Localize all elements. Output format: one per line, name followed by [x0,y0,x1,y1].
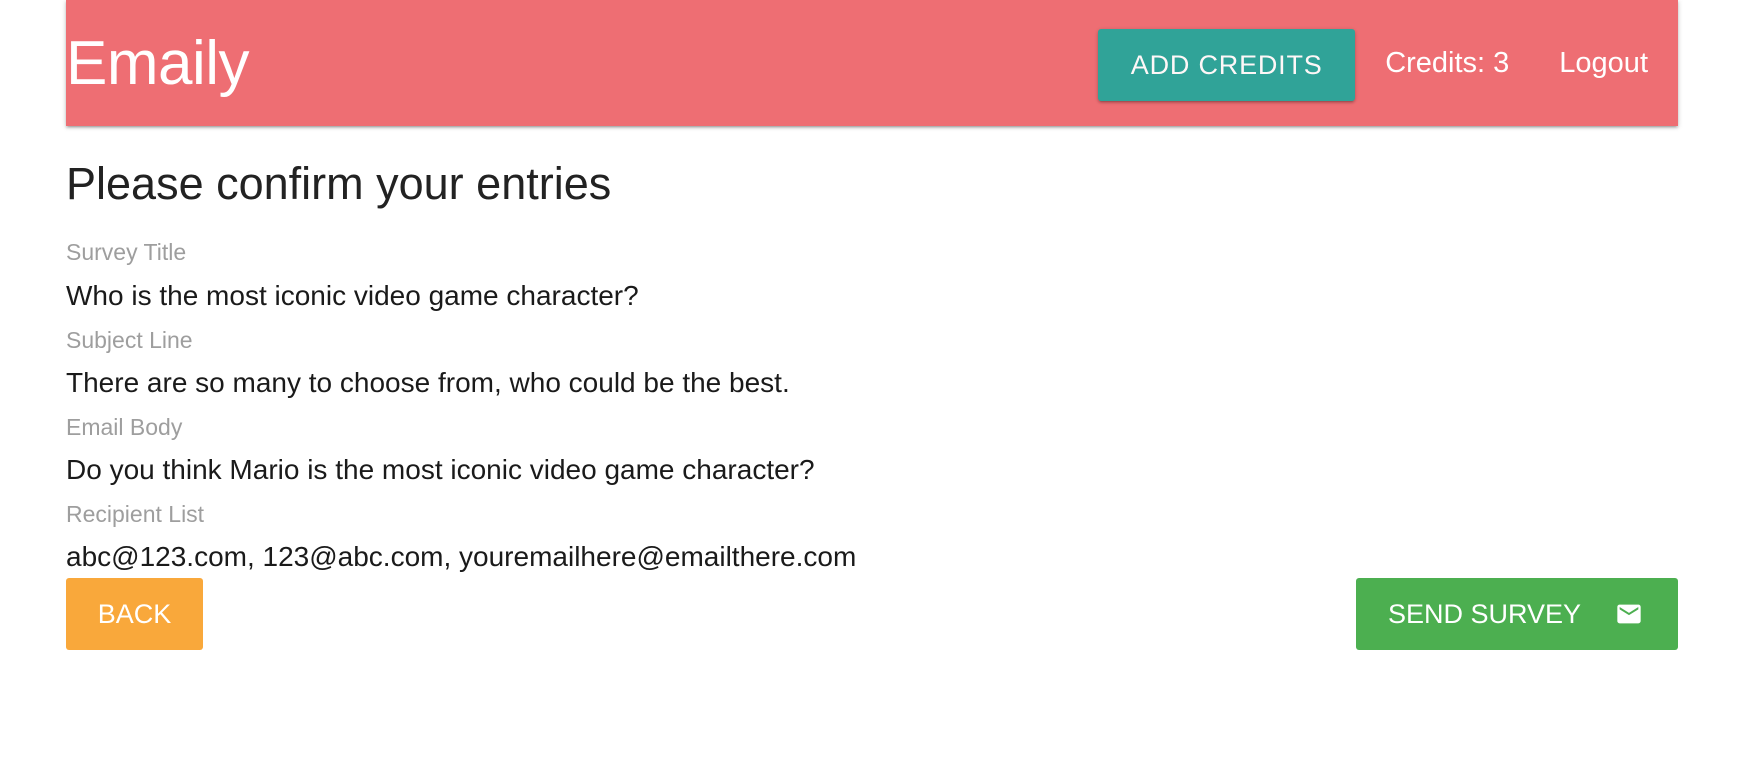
subject-line-label: Subject Line [66,327,193,353]
subject-line-value: There are so many to choose from, who co… [66,367,790,398]
brand-logo[interactable]: Emaily [66,28,250,100]
add-credits-button[interactable]: Add Credits [1098,29,1356,101]
send-survey-button[interactable]: Send Survey [1356,578,1678,650]
email-body-value: Do you think Mario is the most iconic vi… [66,454,815,485]
send-survey-label: Send Survey [1388,598,1582,629]
survey-title-value: Who is the most iconic video game charac… [66,280,639,311]
page-title: Please confirm your entries [66,158,612,209]
email-body-label: Email Body [66,414,183,440]
recipient-list-label: Recipient List [66,501,205,527]
page-container: Emaily Add Credits Credits: 3 Logout Ple… [66,0,1678,650]
navbar-right: Add Credits Credits: 3 Logout [1098,0,1678,126]
logout-link[interactable]: Logout [1539,47,1678,80]
back-button[interactable]: Back [66,578,203,650]
navbar: Emaily Add Credits Credits: 3 Logout [66,0,1678,126]
recipient-list-value: abc@123.com, 123@abc.com, youremailhere@… [66,541,857,572]
mail-icon [1617,604,1641,624]
survey-title-label: Survey Title [66,239,187,265]
credits-count: Credits: 3 [1385,46,1510,79]
